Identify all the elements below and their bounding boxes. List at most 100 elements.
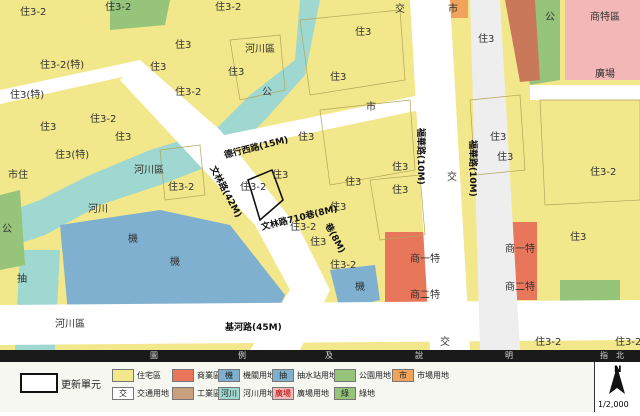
zone-label: 公 xyxy=(2,224,12,235)
zone-label: 住3 xyxy=(497,150,513,163)
zone-label: 機 xyxy=(128,232,138,245)
zone-label: 住3-2 xyxy=(615,335,640,348)
legend-label: 機關用地 xyxy=(243,371,275,380)
legend-swatch: 河川 xyxy=(218,387,240,400)
zone-label: 住3-2 xyxy=(90,112,116,125)
legend-swatch: 交 xyxy=(112,387,134,400)
zone-label: 住3 xyxy=(298,130,314,143)
zone-label: 住3 xyxy=(570,230,586,243)
zone-label: 住3-2 xyxy=(20,5,46,18)
legend-swatch xyxy=(112,369,134,382)
zone-label: 住3-2 xyxy=(175,85,201,98)
zone-label: 商特區 xyxy=(590,10,620,23)
zone-label: 住3 xyxy=(392,160,408,173)
zoning-map[interactable]: 住3-2 住3-2 住3-2 住3-2(特) 住3(特) 住3-2 住3 住3(… xyxy=(0,0,640,350)
legend-label: 市場用地 xyxy=(417,371,449,380)
zone-label: 河川區 xyxy=(55,318,85,330)
legend-item: 住宅區 xyxy=(112,369,161,382)
zone-label: 機 xyxy=(170,255,180,268)
legend-header-char: 例 xyxy=(238,351,246,360)
zone-label: 交 xyxy=(395,2,405,15)
zone-label: 交 xyxy=(447,170,457,183)
road-ne xyxy=(530,85,640,100)
legend-swatch xyxy=(172,387,194,400)
legend-header-char: 說 xyxy=(415,351,423,360)
legend-label: 住宅區 xyxy=(137,371,161,380)
zone-label: 住3-2 xyxy=(105,0,131,13)
zone-label: 住3-2 xyxy=(215,0,241,13)
zone-label: 住3(特) xyxy=(55,148,89,161)
zone-label: 住3-2 xyxy=(240,180,266,193)
zone-label: 住3-2 xyxy=(168,180,194,193)
zone-label: 機 xyxy=(355,280,365,293)
zone-label: 公 xyxy=(262,87,272,98)
north-letter: N xyxy=(614,365,622,375)
zone-label: 市 xyxy=(366,100,376,113)
zone-label: 商一特 xyxy=(410,252,440,265)
zone-label: 河川 xyxy=(88,203,108,215)
legend-item: 交 交通用地 xyxy=(112,387,169,400)
zone-label: 住3 xyxy=(175,38,191,51)
legend-item: 市 市場用地 xyxy=(392,369,449,382)
zone-label: 住3(特) xyxy=(10,88,44,101)
zone-label: 住3-2 xyxy=(535,335,561,348)
zone-label: 住3-2 xyxy=(330,258,356,271)
legend-label: 綠地 xyxy=(359,389,375,398)
zone-label: 住3 xyxy=(392,183,408,196)
legend-header: 圖 例 及 說 明 指 北 xyxy=(0,350,640,362)
zone-label: 住3 xyxy=(355,25,371,38)
legend-swatch: 市 xyxy=(392,369,414,382)
zone-label: 市住 xyxy=(8,168,28,181)
legend-swatch xyxy=(172,369,194,382)
zone-label: 住3-2 xyxy=(590,165,616,178)
zone-label: 住3 xyxy=(478,32,494,45)
legend-header-char: 圖 xyxy=(150,351,158,360)
legend-swatch: 綠 xyxy=(334,387,356,400)
road-label: 基河路(45M) xyxy=(224,321,282,333)
zone-label: 住3 xyxy=(330,70,346,83)
legend-item: 公園用地 xyxy=(334,369,391,382)
zone-label: 交 xyxy=(440,335,450,348)
legend-label: 交通用地 xyxy=(137,389,169,398)
zone-label: 抽 xyxy=(17,272,27,285)
zone-label: 商一特 xyxy=(505,242,535,255)
legend-item: 機 機關用地 xyxy=(218,369,275,382)
zone-label: 公 xyxy=(545,12,555,23)
legend-header-char: 明 xyxy=(505,351,513,360)
zoning-map-canvas: 住3-2 住3-2 住3-2 住3-2(特) 住3(特) 住3-2 住3 住3(… xyxy=(0,0,640,350)
road-label: 福華路(10M) xyxy=(467,139,479,197)
zone-label: 住3 xyxy=(490,130,506,143)
legend-swatch xyxy=(334,369,356,382)
zone-label: 住3 xyxy=(272,168,288,181)
zone-label: 住3 xyxy=(115,130,131,143)
zone-label: 住3 xyxy=(40,120,56,133)
zone-label: 住3 xyxy=(345,175,361,188)
zone-label: 商二特 xyxy=(410,288,440,301)
legend-item: 廣場 廣場用地 xyxy=(272,387,329,400)
legend-swatch: 機 xyxy=(218,369,240,382)
legend-label: 公園用地 xyxy=(359,371,391,380)
zone-label: 住3-2(特) xyxy=(40,58,84,71)
zone-label: 商二特 xyxy=(505,280,535,293)
north-arrow-panel: N 1/2,000 xyxy=(595,362,640,412)
zone-label: 住3 xyxy=(228,65,244,78)
legend-update-unit: 更新單元 xyxy=(20,373,101,393)
legend-item: 綠 綠地 xyxy=(334,387,375,400)
legend-item: 抽 抽水站用地 xyxy=(272,369,337,382)
zone-label: 河川區 xyxy=(245,43,275,55)
zone-label: 河川區 xyxy=(134,164,164,176)
legend-label: 抽水站用地 xyxy=(297,371,337,380)
north-header: 指 北 xyxy=(600,351,624,360)
zone-label: 住3 xyxy=(310,235,326,248)
legend-swatch: 廣場 xyxy=(272,387,294,400)
legend-label: 廣場用地 xyxy=(297,389,329,398)
zone-label: 住3 xyxy=(150,60,166,73)
update-unit-swatch xyxy=(20,373,58,393)
update-unit-label: 更新單元 xyxy=(61,379,101,391)
legend-item: 商業區 xyxy=(172,369,221,382)
zone-label: 廣場 xyxy=(595,67,615,80)
legend-item: 河川 河川用地 xyxy=(218,387,275,400)
legend-label: 河川用地 xyxy=(243,389,275,398)
legend-header-char: 及 xyxy=(325,351,333,360)
legend-panel: 更新單元 住宅區 商業區 工業區 機 機關用地 抽 抽水站用地 公園用地 市 市… xyxy=(0,362,595,412)
